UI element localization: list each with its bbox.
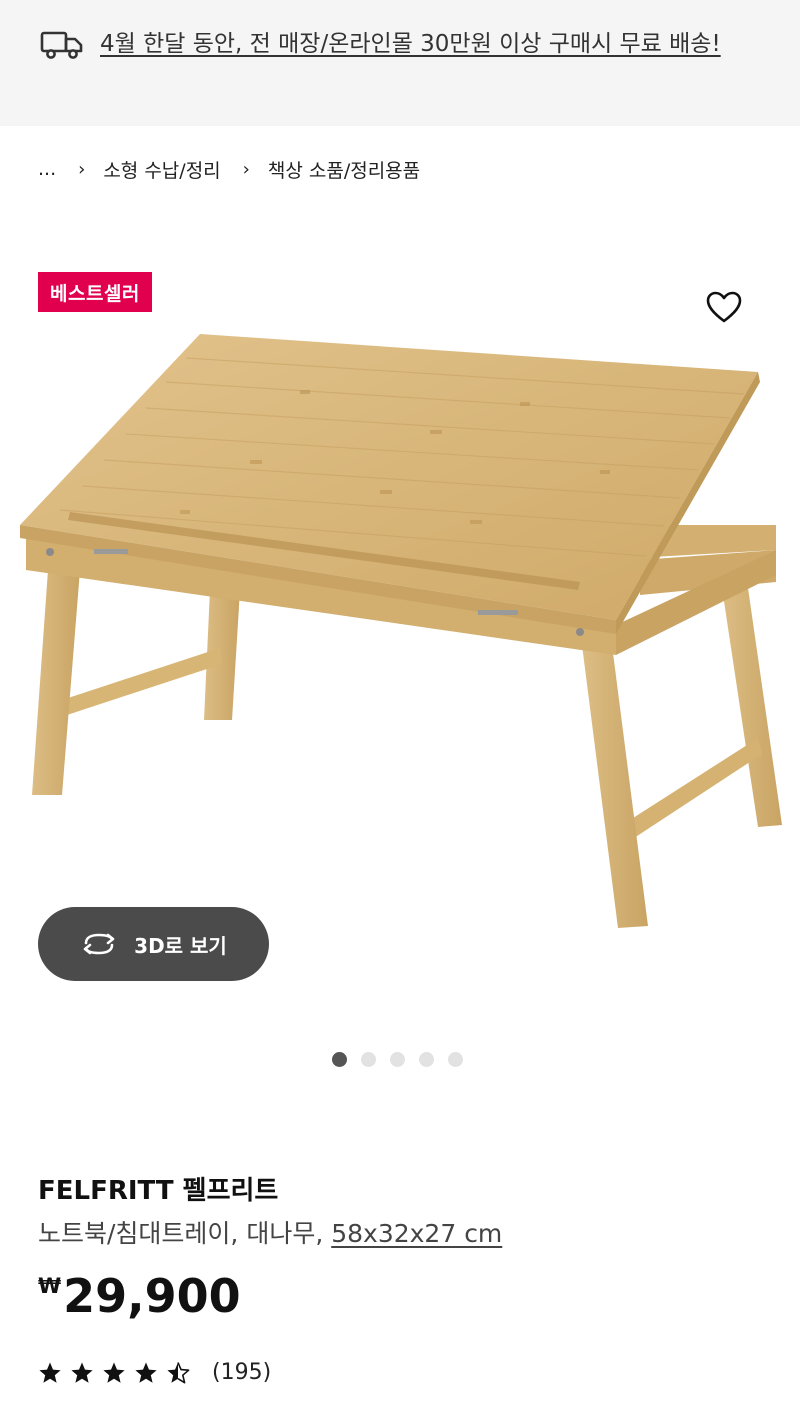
- rotate-3d-icon: [83, 933, 115, 955]
- carousel-dot[interactable]: [419, 1052, 434, 1067]
- currency-symbol: ₩: [38, 1274, 62, 1298]
- breadcrumb-item-storage[interactable]: 소형 수납/정리: [103, 156, 220, 183]
- product-description: 노트북/침대트레이, 대나무, 58x32x27 cm: [38, 1214, 502, 1250]
- product-price: ₩ 29,900: [38, 1266, 241, 1326]
- truck-icon: [40, 31, 83, 59]
- star-full-icon: [135, 1362, 157, 1383]
- star-full-icon: [71, 1362, 93, 1383]
- rating-stars: [38, 1361, 190, 1385]
- chevron-right-icon: ›: [78, 158, 86, 180]
- product-name: FELFRITT 펠프리트: [38, 1176, 279, 1206]
- star-half-icon: [167, 1361, 190, 1383]
- breadcrumb-item-desk-accessories[interactable]: 책상 소품/정리용품: [268, 156, 420, 183]
- product-dimensions-link[interactable]: 58x32x27 cm: [331, 1219, 502, 1248]
- carousel-dots: [332, 1052, 463, 1067]
- delivery-message-link[interactable]: 4월 한달 동안, 전 매장/온라인몰 30만원 이상 구매시 무료 배송!: [100, 24, 740, 64]
- carousel-dot[interactable]: [448, 1052, 463, 1067]
- view-3d-button[interactable]: 3D로 보기: [38, 907, 269, 981]
- carousel-dot[interactable]: [390, 1052, 405, 1067]
- carousel-dot[interactable]: [361, 1052, 376, 1067]
- star-full-icon: [103, 1362, 125, 1383]
- view-3d-label: 3D로 보기: [134, 933, 227, 958]
- delivery-banner[interactable]: 4월 한달 동안, 전 매장/온라인몰 30만원 이상 구매시 무료 배송!: [0, 0, 800, 126]
- price-value: 29,900: [63, 1269, 241, 1323]
- carousel-dot[interactable]: [332, 1052, 347, 1067]
- product-description-text: 노트북/침대트레이, 대나무,: [38, 1219, 332, 1248]
- breadcrumb: ... › 소형 수납/정리 › 책상 소품/정리용품: [38, 152, 420, 186]
- review-count[interactable]: (195): [212, 1360, 271, 1385]
- chevron-right-icon: ›: [242, 158, 250, 180]
- product-image: [20, 334, 782, 928]
- star-full-icon: [39, 1362, 61, 1383]
- product-rating[interactable]: (195): [38, 1360, 271, 1385]
- bestseller-badge: 베스트셀러: [38, 272, 152, 312]
- breadcrumb-ellipsis[interactable]: ...: [38, 158, 56, 180]
